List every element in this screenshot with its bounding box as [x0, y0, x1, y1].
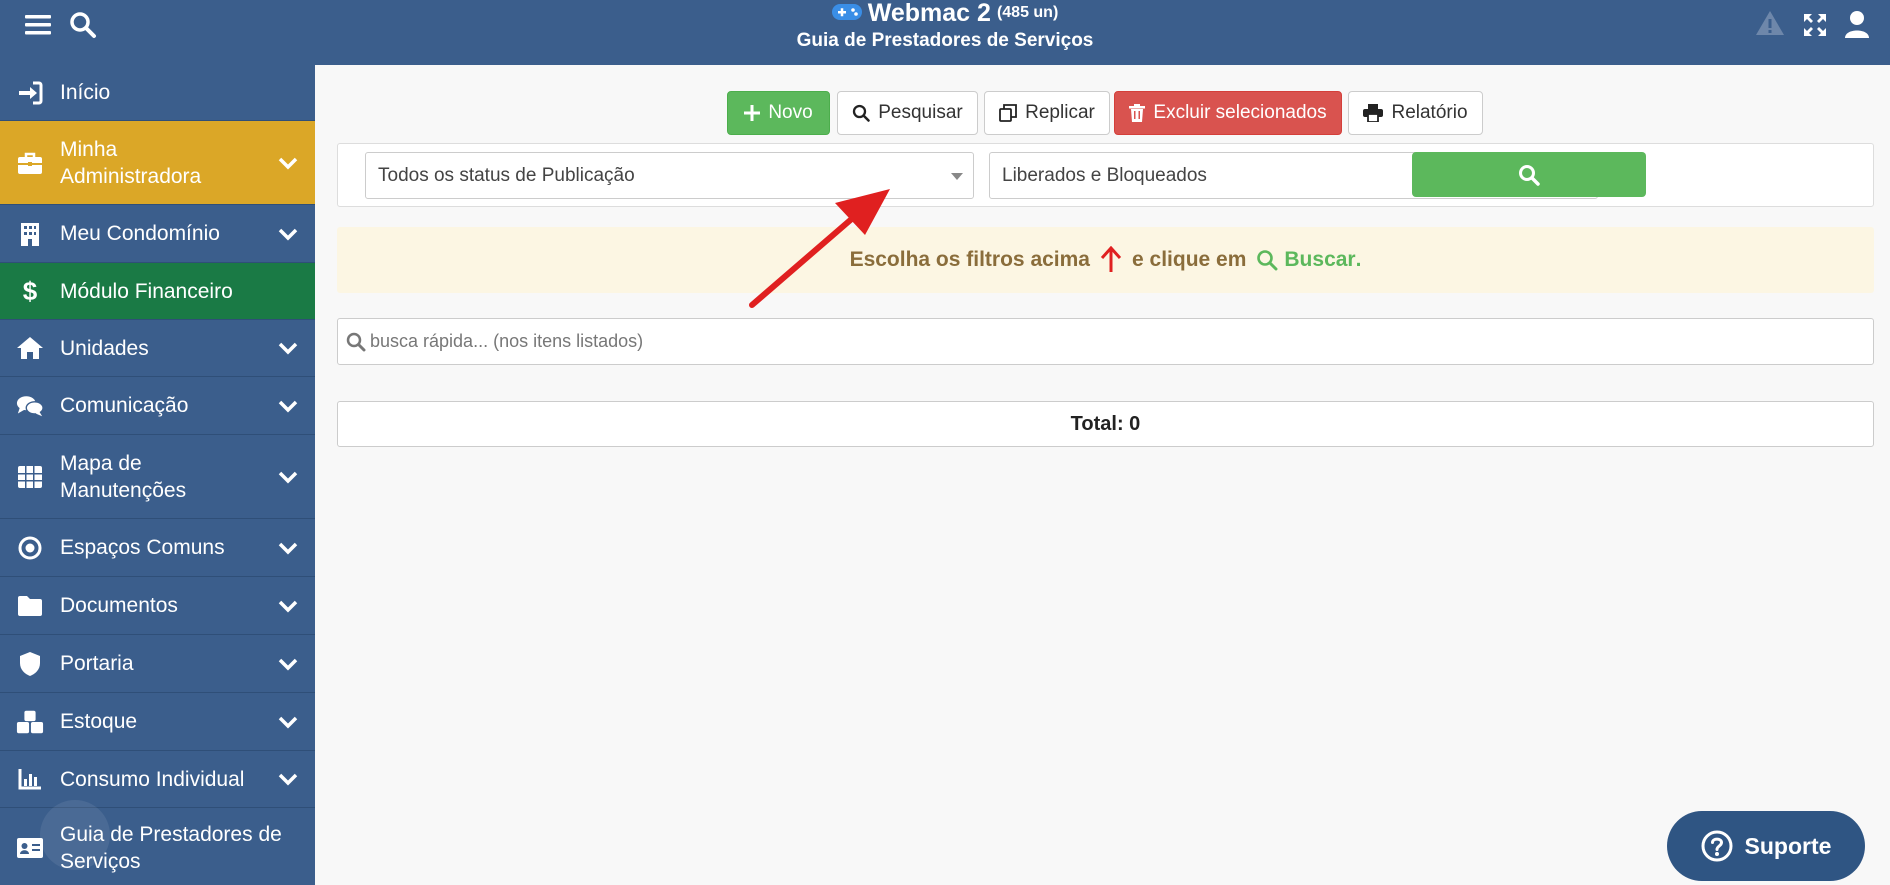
chevron-down-icon — [278, 658, 298, 670]
sidebar-item-unidades[interactable]: Unidades — [0, 320, 315, 377]
sign-in-icon — [16, 79, 44, 107]
unit-count: (485 un) — [996, 4, 1059, 21]
folder-icon — [16, 592, 44, 620]
total-label: Total: 0 — [1070, 412, 1141, 435]
instruction-notice: Escolha os filtros acima e clique em Bus… — [337, 227, 1874, 293]
sidebar-item-label: Espaços Comuns — [60, 536, 225, 559]
liberacao-value: Liberados e Bloqueados — [1002, 164, 1207, 186]
arrow-up-icon — [1100, 246, 1122, 272]
sidebar-item-meu-condominio[interactable]: Meu Condomínio — [0, 205, 315, 263]
chevron-down-icon — [278, 400, 298, 412]
sidebar-item-mapa-de-manutencoes[interactable]: Mapa de Manutenções — [0, 435, 315, 519]
sidebar-item-label: Mapa de Manutenções — [60, 451, 187, 502]
sidebar-item-label: Meu Condomínio — [60, 222, 220, 245]
total-count: Total: 0 — [337, 401, 1874, 447]
sidebar: Início Minha Administradora Meu Condomín… — [0, 65, 315, 885]
comments-icon — [16, 392, 44, 420]
sidebar-item-label: Unidades — [60, 336, 149, 360]
sidebar-item-label: Portaria — [60, 652, 134, 675]
sidebar-item-estoque[interactable]: Estoque — [0, 693, 315, 751]
sidebar-item-portaria[interactable]: Portaria — [0, 635, 315, 693]
gamepad-icon — [831, 0, 862, 26]
chevron-down-icon — [278, 600, 298, 612]
search-icon — [346, 332, 366, 352]
sidebar-item-comunicacao[interactable]: Comunicação — [0, 377, 315, 435]
sidebar-item-label: Início — [60, 81, 111, 104]
warning-icon[interactable] — [1754, 8, 1786, 38]
notice-buscar-link[interactable]: Buscar — [1284, 248, 1355, 272]
sidebar-item-modulo-financeiro[interactable]: $ Módulo Financeiro — [0, 263, 315, 320]
page-title: Guia de Prestadores de Serviços — [796, 30, 1094, 51]
replicar-button[interactable]: Replicar — [984, 91, 1110, 135]
search-icon — [1257, 250, 1278, 271]
buscar-button[interactable] — [1412, 152, 1646, 197]
replicar-label: Replicar — [1025, 102, 1095, 123]
main-content: Novo Pesquisar Replicar Excluir selecion… — [315, 65, 1890, 885]
excluir-label: Excluir selecionados — [1153, 102, 1327, 123]
question-circle-icon — [1701, 830, 1733, 862]
search-icon — [1519, 164, 1540, 186]
printer-icon — [1363, 104, 1384, 122]
suporte-button[interactable]: Suporte — [1667, 811, 1865, 881]
sidebar-item-minha-administradora[interactable]: Minha Administradora — [0, 121, 315, 205]
sidebar-item-inicio[interactable]: Início — [0, 65, 315, 121]
sidebar-item-consumo-individual[interactable]: Consumo Individual — [0, 751, 315, 808]
sidebar-item-espacos-comuns[interactable]: Espaços Comuns — [0, 519, 315, 577]
sidebar-item-label: Estoque — [60, 710, 138, 733]
chevron-down-icon — [278, 773, 298, 786]
chevron-down-icon — [278, 471, 298, 483]
shield-icon — [16, 650, 44, 678]
sidebar-item-label: Módulo Financeiro — [60, 279, 233, 303]
quick-search-input[interactable]: busca rápida... (nos itens listados) — [337, 318, 1874, 365]
header-title-block: Webmac 2 (485 un) Guia de Prestadores de… — [0, 0, 1890, 52]
top-bar: Webmac 2 (485 un) Guia de Prestadores de… — [0, 0, 1890, 65]
pesquisar-label: Pesquisar — [878, 102, 963, 123]
user-icon[interactable] — [1842, 9, 1872, 39]
chevron-down-icon — [278, 228, 298, 240]
sidebar-item-label: Minha Administradora — [60, 137, 202, 188]
floating-ghost-button[interactable] — [40, 800, 110, 870]
trash-icon — [1129, 104, 1146, 122]
building-icon — [16, 220, 44, 248]
status-publicacao-value: Todos os status de Publicação — [378, 164, 635, 186]
sidebar-item-label: Consumo Individual — [60, 767, 245, 791]
chevron-down-icon — [278, 716, 298, 728]
search-icon — [853, 104, 870, 122]
bar-chart-icon — [16, 765, 44, 793]
dollar-icon: $ — [22, 275, 38, 306]
fullscreen-icon[interactable] — [1800, 10, 1830, 40]
excluir-selecionados-button[interactable]: Excluir selecionados — [1114, 91, 1342, 135]
notice-text-middle: e clique em — [1132, 248, 1247, 271]
copy-icon — [999, 104, 1018, 122]
plus-icon — [744, 105, 761, 121]
chevron-down-icon — [278, 542, 298, 554]
circle-dot-icon — [16, 534, 44, 562]
quick-search-placeholder: busca rápida... (nos itens listados) — [370, 331, 644, 351]
annotation-arrow — [749, 189, 890, 308]
filter-panel: Todos os status de Publicação Liberados … — [337, 143, 1874, 207]
home-icon — [16, 334, 44, 362]
sidebar-item-label: Comunicação — [60, 394, 189, 417]
cubes-icon — [16, 708, 44, 736]
app-name: Webmac 2 — [867, 0, 991, 27]
sidebar-item-label: Documentos — [60, 594, 178, 617]
chevron-down-icon — [278, 157, 298, 169]
relatorio-button[interactable]: Relatório — [1348, 91, 1483, 135]
notice-period: . — [1355, 248, 1362, 271]
suporte-label: Suporte — [1744, 832, 1832, 859]
novo-label: Novo — [768, 102, 813, 123]
chevron-down-icon — [278, 342, 298, 355]
briefcase-icon — [16, 149, 44, 177]
grid-icon — [16, 463, 44, 491]
caret-down-icon — [951, 173, 963, 180]
relatorio-label: Relatório — [1391, 102, 1468, 123]
sidebar-item-documentos[interactable]: Documentos — [0, 577, 315, 635]
